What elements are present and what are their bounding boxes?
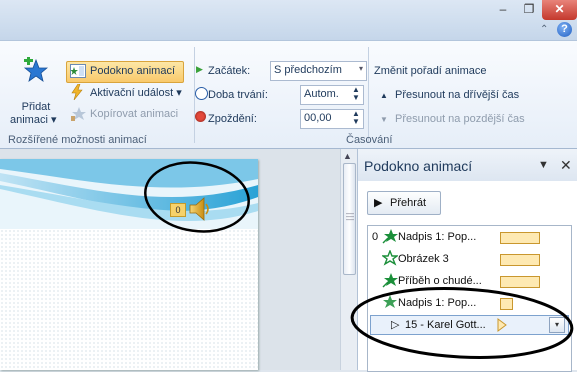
timing-bar[interactable] <box>500 254 540 266</box>
animation-pane-button[interactable]: Podokno animací <box>66 61 184 83</box>
item-label: Příběh o chudé... <box>398 275 482 287</box>
slide-wave-decoration <box>0 159 258 229</box>
clock-icon <box>195 87 208 100</box>
delay-field[interactable]: 00,00 ▲ ▼ <box>300 109 364 129</box>
entrance-star-icon <box>382 250 398 266</box>
copy-animation-label: Kopírovat animaci <box>90 108 179 120</box>
scroll-up-icon[interactable]: ▲ <box>343 151 352 161</box>
animation-pane-icon <box>70 64 86 78</box>
scroll-thumb[interactable]: — — — <box>343 163 356 275</box>
timing-bar[interactable] <box>500 276 540 288</box>
item-label: Nadpis 1: Pop... <box>398 231 477 243</box>
speaker-icon[interactable] <box>188 195 212 223</box>
slide-background <box>0 229 258 370</box>
item-label: Obrázek 3 <box>398 253 449 265</box>
duration-spinner[interactable]: ▲ ▼ <box>352 86 360 102</box>
start-select[interactable]: S předchozím ▾ <box>270 61 367 81</box>
pane-header: Podokno animací ▼ ✕ <box>358 149 577 181</box>
start-icon: ▶ <box>196 64 203 74</box>
arrow-up-icon: ▲ <box>380 91 388 100</box>
ribbon: Přidat animaci ▾ Podokno animací Aktivač… <box>0 41 577 149</box>
move-later-label: Přesunout na pozdější čas <box>394 113 525 125</box>
delay-spinner[interactable]: ▲ ▼ <box>352 110 360 126</box>
play-label: Přehrát <box>390 197 427 209</box>
item-dropdown-button[interactable]: ▾ <box>549 317 565 333</box>
delay-value: 00,00 <box>304 112 332 124</box>
media-trigger-arrow-icon <box>497 318 507 332</box>
delay-label: Zpoždění: <box>208 113 257 125</box>
entrance-star-icon <box>383 295 397 308</box>
list-item[interactable]: Nadpis 1: Pop... <box>370 294 567 312</box>
start-label: Začátek: <box>208 65 251 77</box>
item-number: 0 <box>372 231 379 243</box>
slide-editor: 0 <box>0 149 340 370</box>
item-label: Nadpis 1: Pop... <box>398 297 477 309</box>
move-earlier-label: Přesunout na dřívější čas <box>394 89 520 101</box>
add-animation-button[interactable]: Přidat <box>14 101 58 113</box>
chevron-down-icon[interactable]: ▾ <box>359 64 363 73</box>
arrow-down-icon: ▼ <box>380 115 388 124</box>
list-item[interactable]: Obrázek 3 <box>370 250 567 268</box>
item-label: 15 - Karel Gott... <box>405 319 486 331</box>
restore-button[interactable]: ❐ <box>516 0 542 20</box>
duration-field[interactable]: Autom. ▲ ▼ <box>300 85 364 105</box>
animation-pane: Podokno animací ▼ ✕ ▶ Přehrát 0 Nadpis 1… <box>357 149 577 372</box>
timing-bar[interactable] <box>500 232 540 244</box>
media-play-icon: ▷ <box>391 319 400 331</box>
list-item-selected[interactable]: ▷ 15 - Karel Gott... ▾ <box>370 315 569 335</box>
group-label-advanced: Rozšířené možnosti animací <box>8 134 147 146</box>
delay-clock-icon <box>195 111 206 122</box>
reorder-title: Změnit pořadí animace <box>374 65 487 77</box>
duration-label: Doba trvání: <box>208 89 268 101</box>
play-icon: ▶ <box>374 197 383 209</box>
group-label-timing: Časování <box>346 134 393 146</box>
list-item[interactable]: Příběh o chudé... <box>370 272 567 290</box>
title-bar: – ❐ ✕ ⌃ ? <box>0 0 577 41</box>
add-animation-star-icon[interactable] <box>22 57 48 83</box>
lightning-icon <box>71 84 83 100</box>
close-window-button[interactable]: ✕ <box>542 0 577 20</box>
help-icon[interactable]: ? <box>557 22 572 37</box>
entrance-star-icon <box>382 273 398 288</box>
pane-menu-icon[interactable]: ▼ <box>538 159 549 171</box>
add-animation-dropdown[interactable]: animaci ▾ <box>10 113 56 126</box>
grip-icon: — — — <box>346 209 354 224</box>
animation-list: 0 Nadpis 1: Pop... Obrázek 3 Příběh o ch… <box>367 225 572 372</box>
entrance-star-icon <box>382 229 398 244</box>
animation-pane-label: Podokno animací <box>90 65 175 77</box>
list-item[interactable]: 0 Nadpis 1: Pop... <box>370 228 567 246</box>
move-later-button[interactable]: ▼ Přesunout na pozdější čas <box>380 113 525 125</box>
duration-value: Autom. <box>304 88 339 100</box>
start-value: S předchozím <box>274 64 342 76</box>
paintbrush-icon <box>71 107 86 121</box>
minimize-button[interactable]: – <box>490 0 516 20</box>
pane-title: Podokno animací <box>364 158 473 174</box>
pane-close-icon[interactable]: ✕ <box>560 157 572 174</box>
move-earlier-button[interactable]: ▲ Přesunout na dřívější čas <box>380 89 519 101</box>
slide-canvas[interactable]: 0 <box>0 159 258 370</box>
play-button[interactable]: ▶ Přehrát <box>367 191 441 215</box>
ribbon-collapse-icon[interactable]: ⌃ <box>540 24 548 35</box>
timing-bar[interactable] <box>500 298 513 310</box>
group-separator <box>368 47 369 143</box>
animation-tag[interactable]: 0 <box>170 203 186 217</box>
trigger-label: Aktivační událost ▾ <box>90 87 182 99</box>
vertical-scrollbar[interactable]: ▲ — — — <box>340 149 357 370</box>
